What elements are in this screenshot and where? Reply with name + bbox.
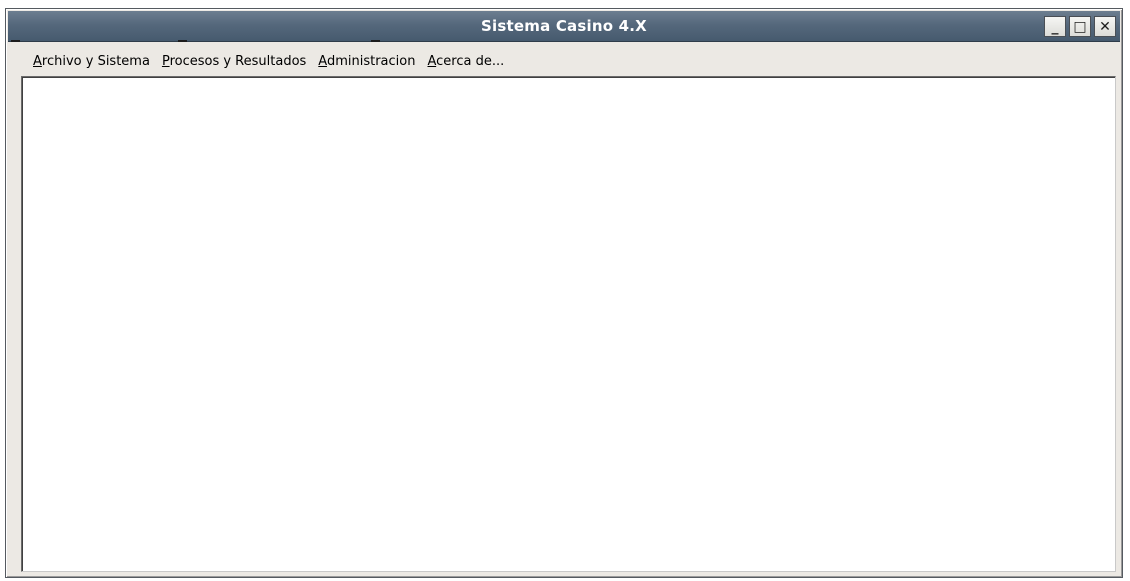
close-icon: ✕ [1099, 18, 1111, 35]
title-bar-mark [178, 40, 187, 42]
maximize-button[interactable]: □ [1069, 16, 1091, 37]
menu-administracion[interactable]: Administracion [318, 54, 415, 69]
mdi-client-area [21, 76, 1116, 572]
window-controls: _ □ ✕ [1044, 16, 1116, 37]
menu-acerca-de[interactable]: Acerca de... [427, 54, 504, 69]
title-bar-mark [371, 40, 380, 42]
menu-bar: Archivo y Sistema Procesos y Resultados … [8, 49, 1120, 73]
minimize-icon: _ [1051, 18, 1059, 35]
minimize-button[interactable]: _ [1044, 16, 1066, 37]
menu-archivo-y-sistema[interactable]: Archivo y Sistema [33, 54, 150, 69]
main-window: Sistema Casino 4.X _ □ ✕ Archivo y Siste… [5, 8, 1123, 578]
menu-procesos-y-resultados[interactable]: Procesos y Resultados [162, 54, 306, 69]
close-button[interactable]: ✕ [1094, 16, 1116, 37]
window-title: Sistema Casino 4.X [481, 17, 647, 35]
title-bar[interactable]: Sistema Casino 4.X _ □ ✕ [8, 11, 1120, 42]
title-bar-mark [11, 40, 20, 42]
maximize-icon: □ [1073, 18, 1087, 35]
